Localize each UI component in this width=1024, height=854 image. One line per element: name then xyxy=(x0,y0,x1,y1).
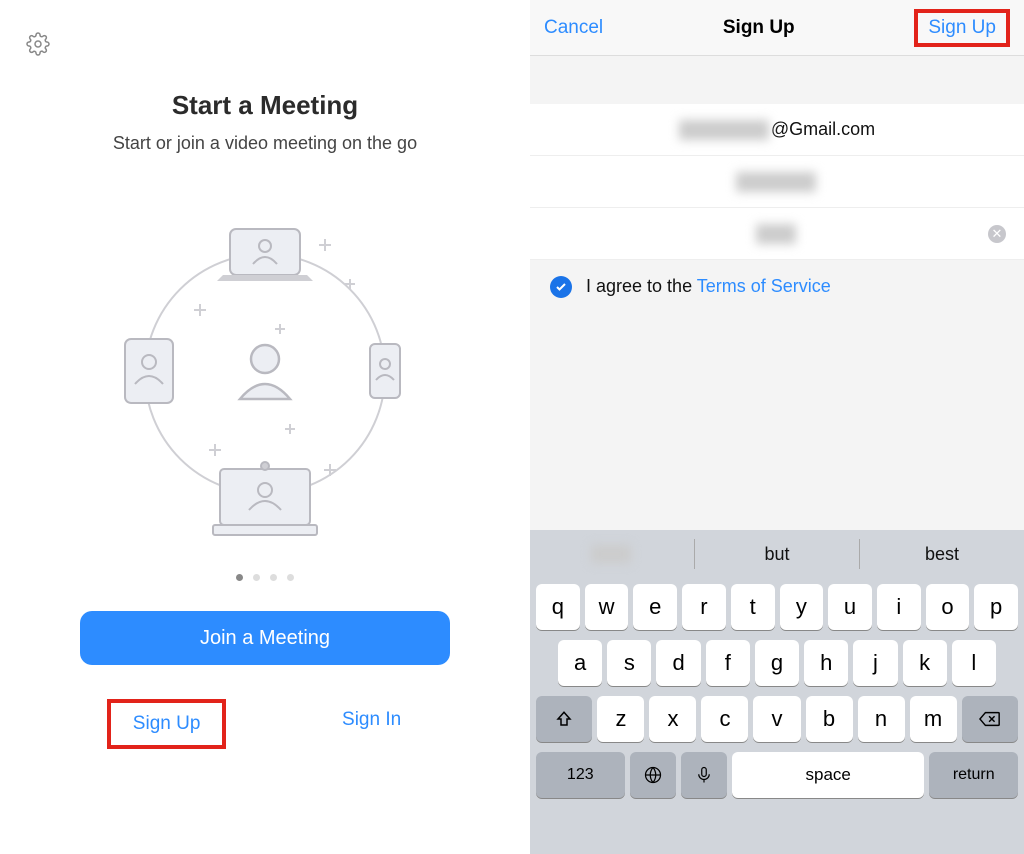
footer-links: Sign Up Sign In xyxy=(0,699,530,749)
key-o[interactable]: o xyxy=(926,584,970,630)
key-q[interactable]: q xyxy=(536,584,580,630)
key-z[interactable]: z xyxy=(597,696,644,742)
page-indicator xyxy=(0,574,530,581)
clear-input-icon[interactable]: ✕ xyxy=(988,225,1006,243)
suggestion-1[interactable] xyxy=(530,539,695,569)
key-t[interactable]: t xyxy=(731,584,775,630)
key-e[interactable]: e xyxy=(633,584,677,630)
key-space[interactable]: space xyxy=(732,752,925,798)
dot-2 xyxy=(253,574,260,581)
obscured-text xyxy=(591,545,631,563)
last-field[interactable]: ✕ xyxy=(530,208,1024,260)
key-w[interactable]: w xyxy=(585,584,629,630)
key-row-4: 123 space return xyxy=(536,752,1018,798)
sign-in-link[interactable]: Sign In xyxy=(320,699,423,749)
key-b[interactable]: b xyxy=(806,696,853,742)
key-y[interactable]: y xyxy=(780,584,824,630)
agree-checkbox[interactable] xyxy=(550,276,572,298)
key-m[interactable]: m xyxy=(910,696,957,742)
dot-1 xyxy=(236,574,243,581)
key-shift[interactable] xyxy=(536,696,592,742)
sign-up-link[interactable]: Sign Up xyxy=(107,699,227,749)
page-subtitle: Start or join a video meeting on the go xyxy=(0,133,530,154)
key-k[interactable]: k xyxy=(903,640,947,686)
email-suffix: @Gmail.com xyxy=(771,119,875,140)
name-field[interactable] xyxy=(530,156,1024,208)
key-mic-icon[interactable] xyxy=(681,752,727,798)
key-n[interactable]: n xyxy=(858,696,905,742)
key-j[interactable]: j xyxy=(853,640,897,686)
key-i[interactable]: i xyxy=(877,584,921,630)
key-v[interactable]: v xyxy=(753,696,800,742)
obscured-text xyxy=(679,120,769,140)
key-row-1: q w e r t y u i o p xyxy=(536,584,1018,630)
dot-3 xyxy=(270,574,277,581)
key-d[interactable]: d xyxy=(656,640,700,686)
obscured-text xyxy=(736,172,816,192)
join-meeting-button[interactable]: Join a Meeting xyxy=(80,611,450,665)
welcome-panel: Start a Meeting Start or join a video me… xyxy=(0,0,530,854)
cancel-button[interactable]: Cancel xyxy=(544,17,603,39)
signup-form: @Gmail.com ✕ xyxy=(530,56,1024,260)
suggestion-3[interactable]: best xyxy=(860,539,1024,569)
key-return[interactable]: return xyxy=(929,752,1018,798)
nav-bar: Cancel Sign Up Sign Up xyxy=(530,0,1024,56)
key-g[interactable]: g xyxy=(755,640,799,686)
agree-prefix: I agree to the xyxy=(586,276,697,296)
signup-panel: Cancel Sign Up Sign Up @Gmail.com ✕ I ag… xyxy=(530,0,1024,854)
terms-link[interactable]: Terms of Service xyxy=(697,276,831,296)
key-f[interactable]: f xyxy=(706,640,750,686)
page-title: Start a Meeting xyxy=(0,90,530,121)
key-a[interactable]: a xyxy=(558,640,602,686)
keyboard: but best q w e r t y u i o p a s d f g xyxy=(530,530,1024,854)
sign-up-button[interactable]: Sign Up xyxy=(914,9,1010,47)
gear-icon[interactable] xyxy=(26,32,50,56)
email-field[interactable]: @Gmail.com xyxy=(530,104,1024,156)
key-r[interactable]: r xyxy=(682,584,726,630)
key-globe-icon[interactable] xyxy=(630,752,676,798)
key-backspace[interactable] xyxy=(962,696,1018,742)
key-row-2: a s d f g h j k l xyxy=(536,640,1018,686)
suggestion-2[interactable]: but xyxy=(695,539,860,569)
key-x[interactable]: x xyxy=(649,696,696,742)
suggestion-bar: but best xyxy=(530,530,1024,578)
key-p[interactable]: p xyxy=(974,584,1018,630)
key-h[interactable]: h xyxy=(804,640,848,686)
meeting-illustration xyxy=(115,184,415,554)
key-s[interactable]: s xyxy=(607,640,651,686)
key-u[interactable]: u xyxy=(828,584,872,630)
nav-title: Sign Up xyxy=(723,17,795,39)
key-l[interactable]: l xyxy=(952,640,996,686)
key-c[interactable]: c xyxy=(701,696,748,742)
key-row-3: z x c v b n m xyxy=(536,696,1018,742)
obscured-text xyxy=(756,224,796,244)
key-numbers[interactable]: 123 xyxy=(536,752,625,798)
terms-row: I agree to the Terms of Service xyxy=(530,260,1024,530)
agree-text: I agree to the Terms of Service xyxy=(586,276,831,297)
dot-4 xyxy=(287,574,294,581)
